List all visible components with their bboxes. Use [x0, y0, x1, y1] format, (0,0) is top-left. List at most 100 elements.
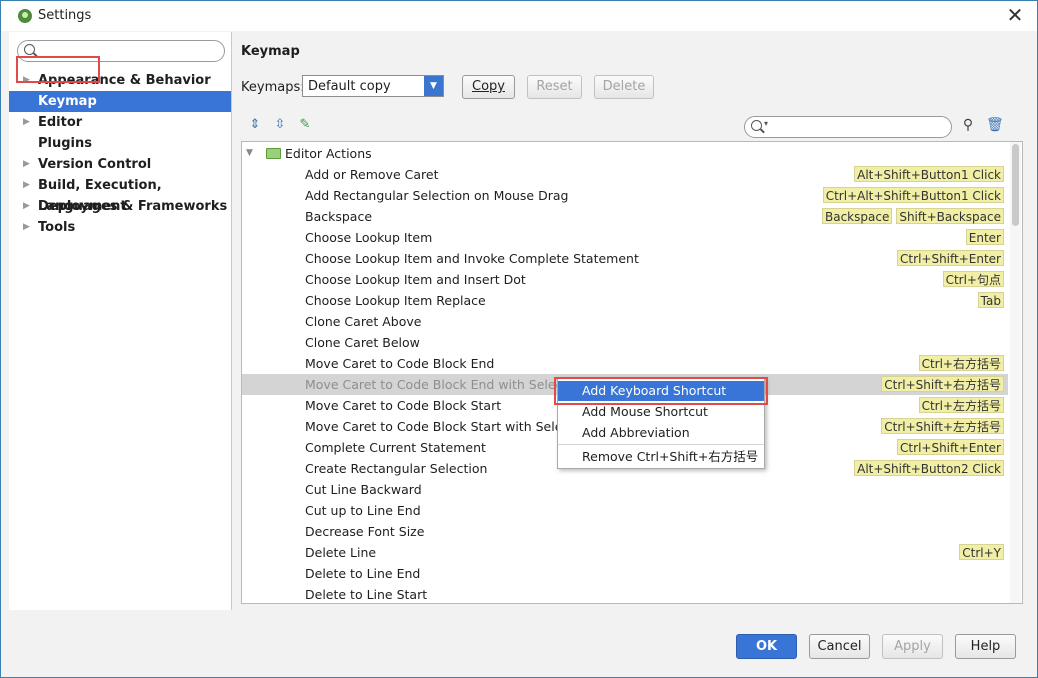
ok-button[interactable]: OK [736, 634, 797, 659]
reset-button[interactable]: Reset [527, 75, 582, 99]
shortcut-badge: Ctrl+Shift+右方括号 [881, 376, 1004, 392]
tree-row[interactable]: Add or Remove Caret Alt+Shift+Button1 Cli… [242, 164, 1008, 185]
page-title: Keymap [241, 44, 300, 59]
shortcut-list: Ctrl+Shift+Enter [897, 250, 1004, 266]
tree-row[interactable]: Delete Line Ctrl+Y [242, 542, 1008, 563]
sidebar-item-build-execution-deployment[interactable]: ▶ Build, Execution, Deployment [9, 175, 231, 214]
help-button[interactable]: Help [955, 634, 1016, 659]
tree-row[interactable]: Backspace Backspace Shift+Backspace [242, 206, 1008, 227]
shortcut-badge: Enter [965, 229, 1004, 245]
sidebar-item-plugins[interactable]: Plugins [9, 133, 231, 154]
menu-item-label: Remove Ctrl+Shift+右方括号 [582, 449, 759, 464]
app-logo-icon [18, 9, 32, 23]
action-name: Create Rectangular Selection [305, 461, 488, 476]
tree-row[interactable]: Move Caret to Code Block End Ctrl+右方括号 [242, 353, 1008, 374]
sidebar-item-label: Editor [38, 115, 83, 130]
action-name: Choose Lookup Item and Invoke Complete S… [305, 251, 639, 266]
expand-arrow-icon[interactable]: ▶ [23, 175, 30, 196]
keymap-select-value: Default copy [308, 79, 391, 94]
shortcut-list: Alt+Shift+Button1 Click [854, 166, 1004, 182]
shortcut-badge: Ctrl+右方括号 [918, 355, 1004, 371]
shortcut-badge: Ctrl+Shift+Enter [897, 250, 1004, 266]
tree-row[interactable]: Delete to Line Start [242, 584, 1008, 603]
sidebar-item-languages-frameworks[interactable]: ▶ Languages & Frameworks [9, 196, 231, 217]
keymap-highlight-box [16, 56, 100, 83]
shortcut-list: Ctrl+Shift+Enter [897, 439, 1004, 455]
search-options-chevron-icon[interactable]: ▾ [764, 119, 768, 128]
shortcut-list: Ctrl+Y [959, 544, 1004, 560]
cancel-button[interactable]: Cancel [809, 634, 870, 659]
shortcut-badge: Ctrl+Shift+左方括号 [881, 418, 1004, 434]
trash-icon[interactable]: 🗑 [986, 117, 1004, 133]
menu-separator [558, 444, 764, 445]
tree-row[interactable]: Delete to Line End [242, 563, 1008, 584]
tree-row[interactable]: Add Rectangular Selection on Mouse Drag C… [242, 185, 1008, 206]
tree-row[interactable]: Choose Lookup Item and Invoke Complete S… [242, 248, 1008, 269]
tree-row[interactable]: Clone Caret Above [242, 311, 1008, 332]
sidebar-item-label: Keymap [38, 94, 97, 109]
expand-arrow-icon[interactable]: ▶ [23, 196, 30, 217]
add-keyboard-shortcut-highlight-box [554, 377, 768, 405]
keymaps-label: Keymaps: [241, 80, 305, 95]
menu-item-label: Add Abbreviation [582, 425, 690, 440]
action-name: Move Caret to Code Block End with Select… [305, 377, 587, 392]
expand-arrow-icon[interactable]: ▶ [23, 217, 30, 238]
menu-item-add-abbreviation[interactable]: Add Abbreviation [558, 423, 764, 443]
menu-item-add-mouse-shortcut[interactable]: Add Mouse Shortcut [558, 402, 764, 422]
apply-button[interactable]: Apply [882, 634, 943, 659]
shortcut-badge: Ctrl+左方括号 [918, 397, 1004, 413]
delete-button[interactable]: Delete [594, 75, 654, 99]
chevron-down-icon[interactable]: ▼ [424, 76, 443, 96]
action-name: Move Caret to Code Block Start [305, 398, 502, 413]
expand-arrow-icon[interactable]: ▶ [23, 154, 30, 175]
tree-row[interactable]: Cut up to Line End [242, 500, 1008, 521]
find-by-shortcut-icon[interactable]: ⚲ [960, 117, 976, 133]
tree-row[interactable]: Choose Lookup Item Replace Tab [242, 290, 1008, 311]
action-name: Add Rectangular Selection on Mouse Drag [305, 188, 569, 203]
sidebar-item-label: Plugins [38, 136, 92, 151]
tree-row[interactable]: Choose Lookup Item and Insert Dot Ctrl+句点 [242, 269, 1008, 290]
tree-row[interactable]: Decrease Font Size [242, 521, 1008, 542]
tree-row[interactable]: Clone Caret Below [242, 332, 1008, 353]
close-icon[interactable]: ✕ [1003, 4, 1027, 28]
expand-arrow-icon[interactable]: ▶ [23, 112, 30, 133]
expand-arrow-icon[interactable]: ▼ [246, 143, 253, 164]
search-icon [751, 120, 762, 131]
shortcut-list: Ctrl+句点 [942, 271, 1004, 287]
shortcut-list: Enter [965, 229, 1004, 245]
shortcut-list: Ctrl+右方括号 [918, 355, 1004, 371]
scrollbar-thumb[interactable] [1012, 144, 1019, 226]
copy-button[interactable]: Copy [462, 75, 515, 99]
shortcut-badge: Ctrl+Alt+Shift+Button1 Click [822, 187, 1004, 203]
sidebar-item-editor[interactable]: ▶ Editor [9, 112, 231, 133]
shortcut-badge: Alt+Shift+Button1 Click [854, 166, 1004, 182]
shortcut-list: Tab [977, 292, 1004, 308]
action-name: Delete to Line Start [305, 587, 428, 602]
shortcut-list: Alt+Shift+Button2 Click [854, 460, 1004, 476]
action-search-input[interactable]: ▾ [744, 116, 952, 138]
tree-root-editor-actions[interactable]: ▼ Editor Actions [242, 143, 1008, 164]
action-name: Delete to Line End [305, 566, 421, 581]
sidebar-item-label: Tools [38, 220, 76, 235]
tree-row[interactable]: Choose Lookup Item Enter [242, 227, 1008, 248]
menu-item-remove-shortcut[interactable]: Remove Ctrl+Shift+右方括号 [558, 447, 764, 467]
collapse-all-icon[interactable]: ⇳ [272, 117, 288, 133]
sidebar-item-label: Languages & Frameworks [38, 199, 228, 214]
shortcut-list: Ctrl+Alt+Shift+Button1 Click [822, 187, 1004, 203]
sidebar-item-tools[interactable]: ▶ Tools [9, 217, 231, 238]
action-name: Move Caret to Code Block End [305, 356, 495, 371]
sidebar-item-version-control[interactable]: ▶ Version Control [9, 154, 231, 175]
action-name: Cut up to Line End [305, 503, 421, 518]
sidebar-item-keymap[interactable]: Keymap [9, 91, 231, 112]
shortcut-badge: Shift+Backspace [896, 208, 1004, 224]
tree-row[interactable]: Cut Line Backward [242, 479, 1008, 500]
tree-root-label: Editor Actions [285, 146, 372, 161]
expand-all-icon[interactable]: ⇕ [247, 117, 263, 133]
shortcut-list: Ctrl+Shift+左方括号 [881, 418, 1004, 434]
keymap-select[interactable]: Default copy ▼ [302, 75, 444, 97]
sidebar: ▶ Appearance & Behavior Keymap ▶ Editor Plugi… [9, 32, 232, 610]
tree-scrollbar[interactable] [1010, 142, 1021, 603]
shortcut-badge: Alt+Shift+Button2 Click [854, 460, 1004, 476]
edit-pencil-icon[interactable]: ✎ [297, 117, 313, 133]
action-name: Move Caret to Code Block Start with Sele… [305, 419, 594, 434]
